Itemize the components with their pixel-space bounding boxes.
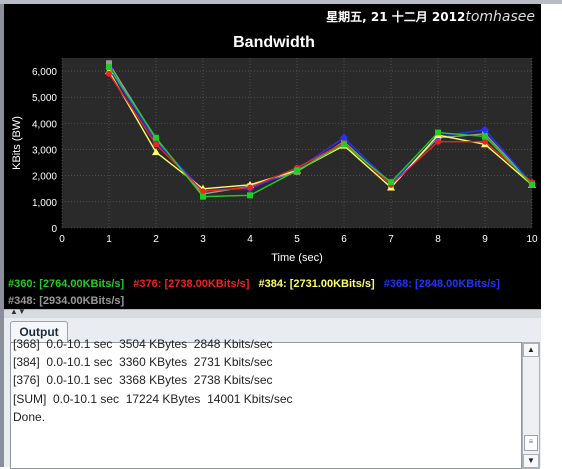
bandwidth-chart: Bandwidth 0 1,000 2,000 3,000 4,000 5,000 6,000… xyxy=(11,34,538,264)
output-line: [376] 0.0-10.1 sec 3368 KBytes 2738 Kbit… xyxy=(13,373,273,388)
data-point-376 xyxy=(247,184,253,191)
x-tick-label: 10 xyxy=(526,234,538,245)
y-tick-label: 1,000 xyxy=(32,198,57,209)
data-point-376 xyxy=(106,70,112,77)
legend-item-368: #368: [2848.00KBits/s] xyxy=(383,278,500,290)
legend-item-348: #348: [2934.00KBits/s] xyxy=(8,295,125,307)
bandwidth-chart-panel: 星期五, 21 十二月 2012tomhasee Bandwidth 0 1,000… xyxy=(4,4,541,309)
x-axis-label: Time (sec) xyxy=(271,252,323,264)
data-point-376 xyxy=(153,141,159,148)
output-line: [SUM] 0.0-10.1 sec 17224 KBytes 14001 Kb… xyxy=(13,391,293,406)
output-panel: Output [368] 0.0-10.1 sec 3504 KBytes 28… xyxy=(4,318,541,469)
legend-row-1: #360: [2764.00KBits/s] #376: [2738.00KBi… xyxy=(8,278,506,290)
y-tick-label: 4,000 xyxy=(32,119,57,130)
y-axis-label: KBits (BW) xyxy=(11,116,23,170)
scroll-down-icon[interactable]: ▼ xyxy=(523,454,539,468)
data-point-360 xyxy=(435,129,441,136)
x-tick-label: 0 xyxy=(59,234,65,245)
output-line: [384] 0.0-10.1 sec 3360 KBytes 2731 Kbit… xyxy=(13,355,273,370)
x-tick-label: 1 xyxy=(106,234,112,245)
y-tick-label: 3,000 xyxy=(32,146,57,157)
chart-title: Bandwidth xyxy=(233,34,315,51)
split-collapse-arrows-icon[interactable]: ▲▼ xyxy=(10,308,26,316)
output-scrollbar[interactable]: ▲ ≡ ▼ xyxy=(522,342,540,469)
x-tick-label: 3 xyxy=(200,234,206,245)
data-point-360 xyxy=(247,192,253,199)
y-tick-label: 5,000 xyxy=(32,93,57,104)
data-point-360 xyxy=(106,64,112,71)
y-tick-label: 6,000 xyxy=(32,67,57,78)
x-tick-label: 8 xyxy=(435,234,441,245)
scroll-thumb[interactable]: ≡ xyxy=(524,435,538,451)
legend-row-2: #348: [2934.00KBits/s] xyxy=(8,295,130,307)
output-line: [368] 0.0-10.1 sec 3504 KBytes 2848 Kbit… xyxy=(13,337,273,351)
data-point-376 xyxy=(435,138,441,145)
x-tick-label: 2 xyxy=(153,234,159,245)
x-tick-label: 7 xyxy=(388,234,394,245)
y-tick-label: 2,000 xyxy=(32,172,57,183)
x-tick-label: 5 xyxy=(294,234,300,245)
y-tick-label: 0 xyxy=(51,224,57,235)
legend-item-360: #360: [2764.00KBits/s] xyxy=(8,278,125,290)
output-line: Done. xyxy=(13,409,46,424)
data-point-360 xyxy=(153,134,159,141)
x-tick-label: 9 xyxy=(482,234,488,245)
data-point-360 xyxy=(294,167,300,174)
x-tick-label: 6 xyxy=(341,234,347,245)
data-point-360 xyxy=(529,181,535,188)
legend-item-384: #384: [2731.00KBits/s] xyxy=(258,278,375,290)
x-tick-label: 4 xyxy=(247,234,253,245)
legend-item-376: #376: [2738.00KBits/s] xyxy=(133,278,250,290)
data-point-360 xyxy=(388,179,394,186)
scroll-up-icon[interactable]: ▲ xyxy=(523,343,539,357)
data-point-360 xyxy=(482,133,488,140)
data-point-360 xyxy=(200,193,206,200)
data-point-360 xyxy=(341,141,347,148)
output-text-area[interactable]: [368] 0.0-10.1 sec 3504 KBytes 2848 Kbit… xyxy=(10,337,522,469)
